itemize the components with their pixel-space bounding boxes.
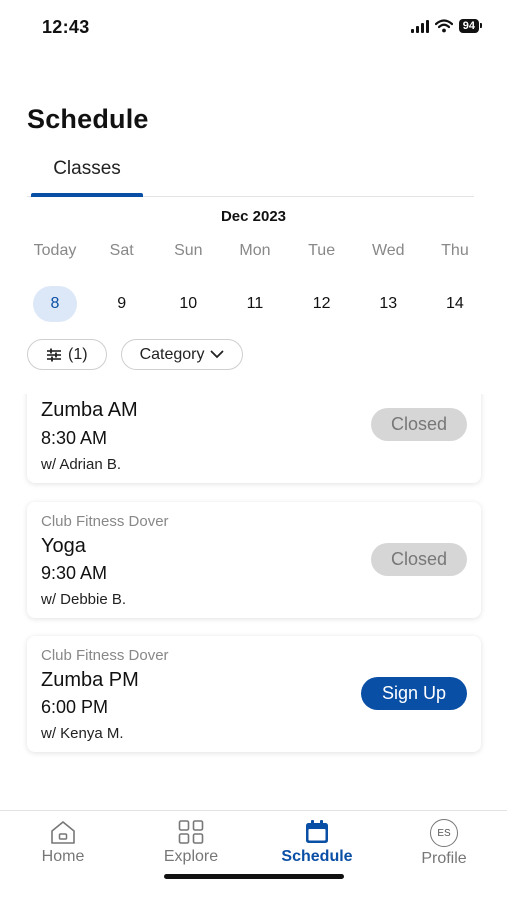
status-icons: 94 [410,19,483,33]
page-title: Schedule [27,104,149,134]
nav-explore[interactable]: Explore [136,819,246,866]
week-strip: Today 8 Sat 9 Sun 10 Mon 11 Tue 12 Wed 1… [22,242,488,322]
day-name: Thu [441,242,469,259]
filter-bar: (1) Category [27,339,244,370]
grid-icon [178,820,204,844]
filter-button[interactable]: (1) [27,339,107,370]
day-number[interactable]: 14 [433,286,477,322]
avatar: ES [430,819,458,847]
day-number[interactable]: 12 [300,286,344,322]
club-name: Club Fitness Dover [41,513,169,530]
battery-indicator: 94 [458,19,483,33]
status-bar: 12:43 94 [0,0,507,52]
nav-label: Profile [421,850,467,867]
closed-badge: Closed [371,543,467,576]
class-card[interactable]: Club Fitness Dover Zumba PM 6:00 PM w/ K… [27,636,481,752]
nav-profile[interactable]: ES Profile [389,819,499,868]
class-list[interactable]: Zumba AM 8:30 AM w/ Adrian B. Closed Clu… [0,394,507,810]
class-card[interactable]: Zumba AM 8:30 AM w/ Adrian B. Closed [27,394,481,483]
day-column: Sun 10 [155,242,221,322]
closed-badge: Closed [371,408,467,441]
nav-schedule[interactable]: Schedule [262,819,372,866]
day-number[interactable]: 13 [366,286,410,322]
tab-classes[interactable]: Classes [31,150,143,196]
nav-label: Explore [163,848,219,865]
filter-count: (1) [68,345,88,363]
month-label: Dec 2023 [220,208,287,225]
class-name: Zumba AM [41,399,138,421]
class-name: Yoga [41,535,86,557]
club-name: Club Fitness Dover [41,647,169,664]
class-time: 8:30 AM [41,428,108,448]
day-column: Sat 9 [89,242,155,322]
day-column: Today 8 [22,242,88,322]
category-label: Category [139,345,205,363]
day-name: Today [33,242,77,259]
class-card[interactable]: Club Fitness Dover Yoga 9:30 AM w/ Debbi… [27,502,481,618]
day-name: Mon [239,242,271,259]
class-instructor: w/ Debbie B. [41,591,127,608]
day-number-selected[interactable]: 8 [33,286,77,322]
sign-up-button[interactable]: Sign Up [361,677,467,710]
day-number[interactable]: 9 [100,286,144,322]
day-column: Tue 12 [289,242,355,322]
wifi-icon [434,19,453,33]
bottom-nav: Home Explore Schedule ES Profile [0,810,507,900]
nav-home[interactable]: Home [8,819,118,866]
class-time: 6:00 PM [41,697,109,717]
day-column: Wed 13 [355,242,421,322]
tab-active-indicator [31,193,143,197]
class-name: Zumba PM [41,669,139,691]
nav-label: Home [41,848,85,865]
day-name: Sun [174,242,203,259]
signal-icon [410,19,429,33]
day-name: Wed [371,242,405,259]
category-dropdown[interactable]: Category [120,339,244,370]
day-number[interactable]: 11 [233,286,277,322]
day-column: Thu 14 [422,242,488,322]
nav-label: Schedule [281,848,353,865]
day-name: Sat [109,242,134,259]
calendar-icon [306,820,328,843]
chevron-down-icon [211,350,224,359]
class-instructor: w/ Adrian B. [41,456,122,473]
class-time: 9:30 AM [41,563,108,583]
home-indicator [164,874,344,879]
day-number[interactable]: 10 [166,286,210,322]
day-name: Tue [308,242,336,259]
status-time: 12:43 [42,17,90,37]
day-column: Mon 11 [222,242,288,322]
home-icon [51,821,75,844]
sliders-icon [47,348,61,361]
tab-bar: Classes [27,150,474,197]
class-instructor: w/ Kenya M. [41,725,124,742]
